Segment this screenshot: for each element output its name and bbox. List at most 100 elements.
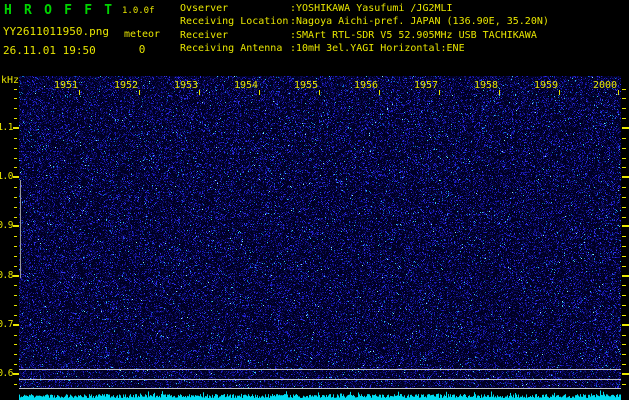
time-tick-mark	[79, 90, 80, 95]
freq-tick-minor-left	[14, 187, 17, 188]
freq-tick-minor-right	[622, 266, 626, 267]
time-tick-mark	[439, 90, 440, 95]
time-tick-mark	[618, 90, 619, 95]
freq-tick-minor-left	[14, 236, 17, 237]
station-row: Receiving Location:Nagoya Aichi-pref. JA…	[180, 15, 628, 28]
time-tick-mark	[199, 90, 200, 95]
freq-tick-minor-right	[622, 236, 626, 237]
freq-tick-major-right	[622, 324, 629, 326]
freq-tick-minor-left	[14, 335, 17, 336]
station-row-label: Receiver	[180, 29, 290, 42]
freq-tick-minor-right	[622, 89, 626, 90]
time-label: 1951	[51, 80, 81, 91]
freq-label: 0.8	[0, 270, 13, 281]
freq-tick-minor-left	[14, 118, 17, 119]
freq-tick-minor-right	[622, 285, 626, 286]
freq-tick-major-right	[622, 373, 629, 375]
station-row: Ovserver:YOSHIKAWA Yasufumi /JG2MLI	[180, 2, 628, 15]
freq-tick-minor-right	[622, 246, 626, 247]
freq-label: 1.1	[0, 122, 13, 133]
time-tick-mark	[319, 90, 320, 95]
freq-tick-minor-left	[14, 197, 17, 198]
hrofft-window: H R O F F T 1.0.0f YY2611011950.png mete…	[0, 0, 629, 400]
freq-tick-major-left	[13, 176, 19, 178]
freq-tick-minor-left	[14, 305, 17, 306]
station-row: Receiving Antenna:10mH 3el.YAGI Horizont…	[180, 42, 628, 55]
station-row-value: :SMArt RTL-SDR V5 52.905MHz USB TACHIKAW…	[290, 30, 537, 41]
freq-label: 0.6	[0, 368, 13, 379]
app-title: H R O F F T	[4, 3, 114, 18]
freq-tick-minor-right	[622, 335, 626, 336]
time-label: 1952	[111, 80, 141, 91]
freq-tick-minor-left	[14, 158, 17, 159]
freq-tick-minor-right	[622, 364, 626, 365]
freq-tick-major-left	[13, 127, 19, 129]
time-tick-mark	[379, 90, 380, 95]
freq-tick-minor-right	[622, 256, 626, 257]
freq-tick-major-left	[13, 275, 19, 277]
freq-tick-major-left	[13, 225, 19, 227]
station-row-label: Receiving Location	[180, 15, 290, 28]
mode-label: meteor	[120, 29, 164, 40]
station-info: Ovserver:YOSHIKAWA Yasufumi /JG2MLIRecei…	[180, 2, 628, 56]
freq-label: 0.9	[0, 220, 13, 231]
freq-tick-minor-right	[622, 207, 626, 208]
capture-datetime: 26.11.01 19:50	[3, 44, 96, 57]
marker-line-lower	[19, 388, 621, 389]
freq-tick-major-left	[13, 373, 19, 375]
freq-tick-minor-left	[14, 148, 17, 149]
marker-line-upper	[19, 369, 621, 370]
station-row: Receiver:SMArt RTL-SDR V5 52.905MHz USB …	[180, 29, 628, 42]
output-filename: YY2611011950.png	[3, 25, 109, 38]
freq-label: 0.7	[0, 319, 13, 330]
freq-tick-minor-right	[622, 354, 626, 355]
freq-tick-minor-left	[14, 89, 17, 90]
freq-tick-minor-left	[14, 167, 17, 168]
freq-tick-minor-right	[622, 315, 626, 316]
time-label: 1953	[171, 80, 201, 91]
freq-tick-minor-left	[14, 266, 17, 267]
time-tick-mark	[499, 90, 500, 95]
freq-tick-major-left	[13, 324, 19, 326]
time-label: 1959	[531, 80, 561, 91]
freq-tick-minor-left	[14, 364, 17, 365]
freq-tick-minor-right	[622, 138, 626, 139]
time-label: 1955	[291, 80, 321, 91]
freq-tick-minor-left	[14, 295, 17, 296]
time-label: 1957	[411, 80, 441, 91]
freq-tick-minor-right	[622, 305, 626, 306]
freq-tick-major-right	[622, 127, 629, 129]
station-row-value: :10mH 3el.YAGI Horizontal:ENE	[290, 43, 465, 54]
freq-tick-minor-right	[622, 98, 626, 99]
freq-tick-minor-left	[14, 285, 17, 286]
freq-tick-minor-right	[622, 118, 626, 119]
marker-line-middle	[19, 379, 621, 380]
freq-tick-minor-left	[14, 207, 17, 208]
freq-tick-minor-left	[14, 246, 17, 247]
time-label: 1958	[471, 80, 501, 91]
freq-tick-minor-right	[622, 167, 626, 168]
station-row-label: Ovserver	[180, 2, 290, 15]
freq-tick-minor-left	[14, 108, 17, 109]
freq-tick-minor-left	[14, 354, 17, 355]
freq-tick-minor-left	[14, 217, 17, 218]
station-row-value: :Nagoya Aichi-pref. JAPAN (136.90E, 35.2…	[290, 16, 549, 27]
app-version: 1.0.0f	[122, 6, 155, 16]
freq-tick-major-right	[622, 225, 629, 227]
freq-tick-minor-right	[622, 295, 626, 296]
time-tick-mark	[139, 90, 140, 95]
freq-tick-minor-right	[622, 148, 626, 149]
station-row-value: :YOSHIKAWA Yasufumi /JG2MLI	[290, 3, 453, 14]
level-strip-canvas	[19, 389, 621, 400]
freq-tick-minor-left	[14, 138, 17, 139]
left-edge-scale-line	[20, 180, 21, 278]
freq-tick-minor-right	[622, 384, 626, 385]
freq-tick-minor-left	[14, 344, 17, 345]
freq-tick-minor-left	[14, 98, 17, 99]
freq-axis-unit: kHz	[1, 75, 19, 86]
time-tick-mark	[259, 90, 260, 95]
freq-tick-major-right	[622, 275, 629, 277]
freq-tick-minor-right	[622, 158, 626, 159]
time-label: 1956	[351, 80, 381, 91]
freq-label: 1.0	[0, 171, 13, 182]
